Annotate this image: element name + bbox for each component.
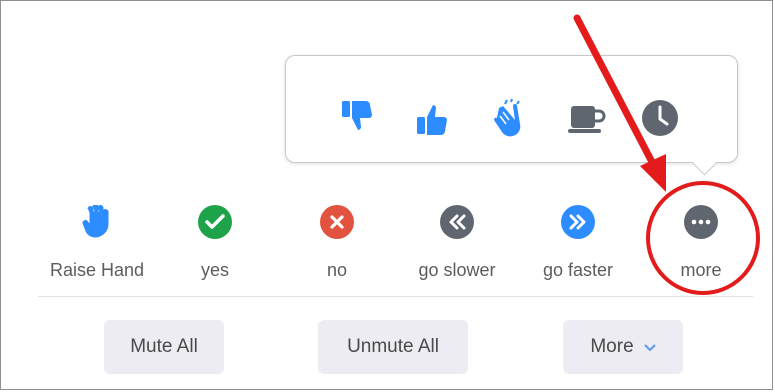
annotation-arrow-shaft [573,14,656,166]
annotation-circle [646,181,760,295]
annotation-overlay [573,14,760,295]
